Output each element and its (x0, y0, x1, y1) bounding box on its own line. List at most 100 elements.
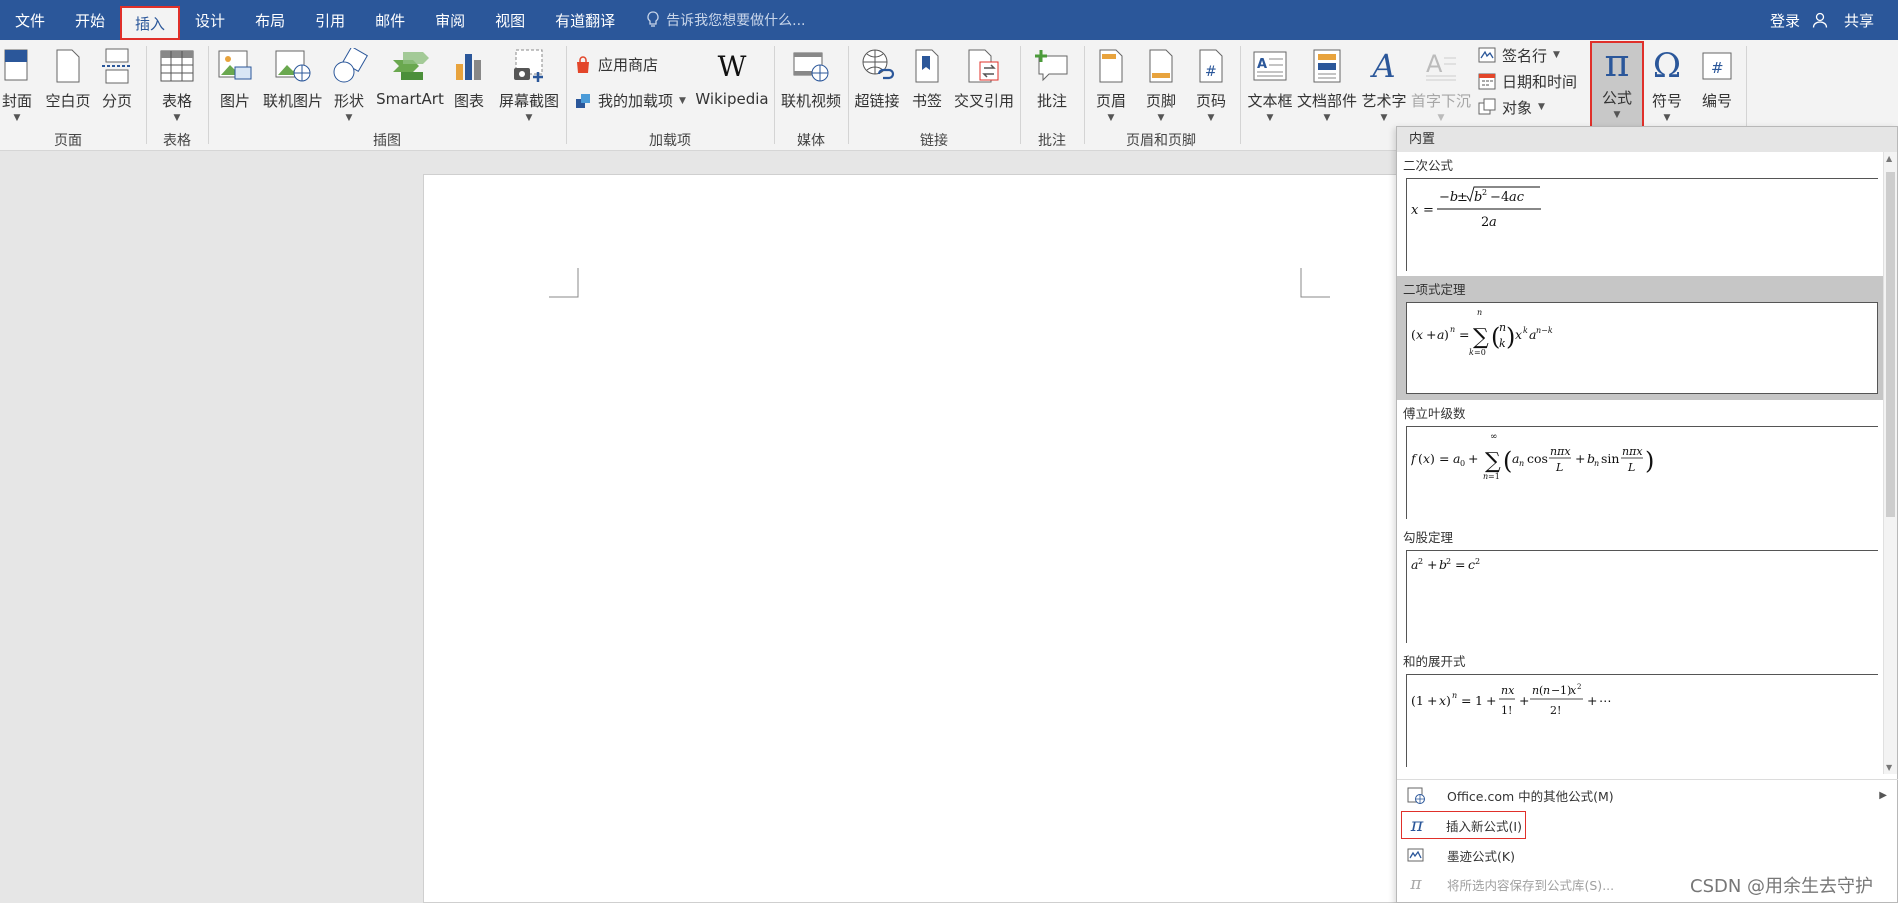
equation-title: 二次公式 (1403, 158, 1454, 173)
more-equations-item[interactable]: Office.com 中的其他公式(M) ▶ (1401, 781, 1893, 809)
wordart-button[interactable]: A 艺术字 ▼ (1360, 44, 1408, 128)
gallery-scrollbar[interactable]: ▲ ▼ (1883, 152, 1897, 774)
equation-button[interactable]: π 公式 ▼ (1590, 41, 1644, 128)
share-button[interactable]: 共享 (1812, 10, 1898, 31)
store-button[interactable]: 应用商店 (574, 54, 658, 75)
document-page[interactable] (423, 174, 1463, 903)
quick-parts-label: 文档部件 (1296, 92, 1357, 110)
svg-text:=0: =0 (1474, 348, 1486, 357)
screenshot-icon (509, 46, 549, 86)
equation-gallery: 内置 二次公式 x = −b ± b2 −4 ac 2a 二项式定理 (x +… (1396, 126, 1898, 903)
object-label: 对象 (1502, 98, 1533, 117)
svg-text:=: = (1461, 693, 1471, 708)
tab-home[interactable]: 开始 (60, 0, 120, 40)
tab-review[interactable]: 审阅 (420, 0, 480, 40)
scroll-down-icon[interactable]: ▼ (1886, 763, 1892, 772)
ink-equation-item[interactable]: 墨迹公式(K) (1401, 841, 1893, 869)
menu-divider (1397, 779, 1898, 780)
group-separator (1240, 46, 1241, 144)
page-break-button[interactable]: 分页 (98, 44, 136, 128)
online-picture-button[interactable]: 联机图片 (260, 44, 326, 128)
symbol-button[interactable]: Ω 符号 ▼ (1646, 44, 1688, 128)
equation-preview: f(x) = a 0 + ∞ ∑ n =1 ( an cos nπx L + bn si… (1406, 426, 1878, 519)
cross-reference-icon (964, 46, 1004, 86)
cross-reference-button[interactable]: 交叉引用 (952, 44, 1016, 128)
svg-text:(1: (1 (1411, 693, 1424, 708)
tab-youdao[interactable]: 有道翻译 (540, 0, 630, 40)
shapes-label: 形状 (333, 92, 364, 110)
signature-line-button[interactable]: 签名行 ▼ (1478, 44, 1560, 66)
tab-layout[interactable]: 布局 (240, 0, 300, 40)
svg-text:#: # (1711, 59, 1724, 77)
cover-page-button[interactable]: 封面 ▼ (0, 44, 34, 128)
svg-text:=: = (1459, 327, 1469, 342)
blank-page-button[interactable]: 空白页 (42, 44, 94, 128)
tab-design[interactable]: 设计 (180, 0, 240, 40)
online-video-button[interactable]: 联机视频 (780, 44, 842, 128)
tab-mailings[interactable]: 邮件 (360, 0, 420, 40)
equation-fourier[interactable]: 傅立叶级数 f(x) = a 0 + ∞ ∑ n =1 ( an cos nπx L +… (1397, 400, 1883, 524)
footer-button[interactable]: 页脚 ▼ (1140, 44, 1182, 128)
equation-binomial[interactable]: 二项式定理 (x + a) n = n ∑ k =0 (n k) xk a n−k (1397, 276, 1883, 400)
svg-text:): ) (1430, 451, 1435, 466)
textbox-button[interactable]: A 文本框 ▼ (1246, 44, 1294, 128)
hyperlink-button[interactable]: 超链接 (852, 44, 902, 128)
tab-view[interactable]: 视图 (480, 0, 540, 40)
person-icon (1812, 12, 1828, 28)
watermark: CSDN @用余生去守护 (1690, 876, 1874, 897)
equation-quadratic[interactable]: 二次公式 x = −b ± b2 −4 ac 2a (1397, 152, 1883, 276)
page-number-button[interactable]: # 页码 ▼ (1190, 44, 1232, 128)
date-time-button[interactable]: 日期和时间 (1478, 70, 1577, 92)
equation-pythagorean[interactable]: 勾股定理 a2 + b2 = c2 (1397, 524, 1883, 648)
picture-button[interactable]: 图片 (214, 44, 256, 128)
table-label: 表格 (161, 92, 192, 110)
textbox-icon: A (1250, 46, 1290, 86)
picture-label: 图片 (219, 92, 250, 110)
screenshot-button[interactable]: 屏幕截图 ▼ (494, 44, 564, 128)
login-link[interactable]: 登录 (1758, 10, 1812, 31)
my-addins-button[interactable]: 我的加载项 ▼ (574, 90, 686, 111)
footer-label: 页脚 (1145, 92, 1176, 110)
hyperlink-label: 超链接 (854, 92, 900, 110)
smartart-icon (390, 46, 430, 86)
numbering-button[interactable]: # 编号 (1696, 44, 1738, 128)
svg-text:): ) (1446, 693, 1451, 708)
wikipedia-button[interactable]: W Wikipedia (694, 44, 770, 128)
smartart-button[interactable]: SmartArt (374, 44, 446, 128)
scrollbar-thumb[interactable] (1886, 172, 1895, 517)
svg-text:+: + (1587, 693, 1597, 708)
symbol-label: 符号 (1651, 92, 1682, 110)
shapes-button[interactable]: 形状 ▼ (330, 44, 368, 128)
wikipedia-icon: W (717, 49, 747, 83)
tell-me-search[interactable]: 告诉我您想要做什么... (646, 10, 806, 30)
tab-file[interactable]: 文件 (0, 0, 60, 40)
table-button[interactable]: 表格 ▼ (152, 44, 202, 128)
svg-text:2!: 2! (1550, 704, 1561, 717)
tab-references[interactable]: 引用 (300, 0, 360, 40)
bookmark-button[interactable]: 书签 (906, 44, 948, 128)
signature-line-label: 签名行 (1502, 46, 1548, 65)
svg-text:+: + (1426, 327, 1436, 342)
svg-text:L: L (1555, 461, 1563, 474)
header-label: 页眉 (1095, 92, 1126, 110)
scroll-up-icon[interactable]: ▲ (1886, 154, 1892, 163)
equation-title: 和的展开式 (1403, 654, 1466, 669)
svg-text:1!: 1! (1501, 704, 1512, 717)
svg-text:nx: nx (1501, 684, 1515, 697)
store-icon (577, 55, 589, 73)
tab-insert[interactable]: 插入 (120, 6, 181, 40)
chevron-down-icon: ▼ (1538, 102, 1545, 112)
svg-text:k: k (1499, 337, 1506, 350)
cover-page-icon (0, 46, 37, 86)
chevron-down-icon: ▼ (1553, 50, 1560, 60)
chart-button[interactable]: 图表 (450, 44, 488, 128)
header-button[interactable]: 页眉 ▼ (1090, 44, 1132, 128)
store-label: 应用商店 (598, 56, 659, 74)
object-button[interactable]: 对象 ▼ (1478, 96, 1545, 118)
insert-new-equation-item[interactable]: π 插入新公式(I) (1401, 811, 1893, 839)
comment-button[interactable]: 批注 (1030, 44, 1074, 128)
quick-parts-button[interactable]: 文档部件 ▼ (1296, 44, 1358, 128)
svg-text:nπx: nπx (1622, 445, 1643, 458)
equation-sum-expansion[interactable]: 和的展开式 (1 + x) n = 1 + nx 1! + n(n −1) x 2 2! + ⋯ (1397, 648, 1883, 772)
date-time-label: 日期和时间 (1502, 72, 1578, 91)
